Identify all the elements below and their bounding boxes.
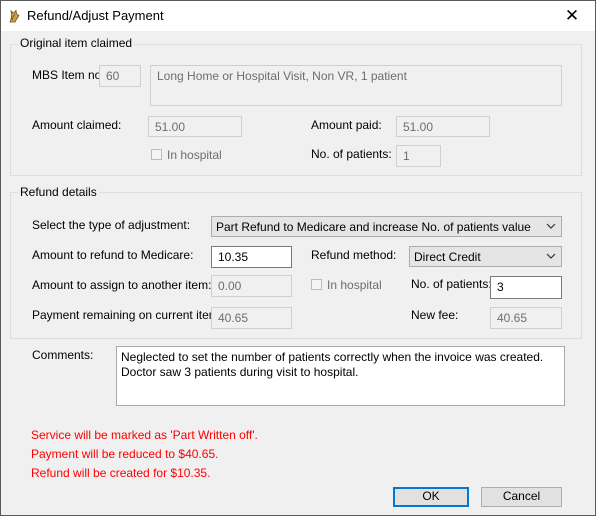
chevron-down-icon (546, 223, 556, 229)
adjustment-type-select[interactable]: Part Refund to Medicare and increase No.… (211, 216, 562, 237)
adjustment-type-label: Select the type of adjustment: (32, 218, 191, 232)
title-bar[interactable]: Refund/Adjust Payment ✕ (1, 1, 595, 31)
original-in-hospital-checkbox[interactable] (151, 149, 162, 160)
assign-amount-label: Amount to assign to another item: (32, 278, 212, 292)
comments-label: Comments: (32, 348, 94, 362)
new-fee-field[interactable]: 40.65 (490, 307, 562, 329)
item-description-field[interactable]: Long Home or Hospital Visit, Non VR, 1 p… (150, 65, 562, 106)
ok-button[interactable]: OK (393, 487, 469, 507)
amount-claimed-field[interactable]: 51.00 (148, 116, 242, 137)
refund-adjust-dialog: Refund/Adjust Payment ✕ Original item cl… (0, 0, 596, 516)
refund-method-value: Direct Credit (414, 250, 481, 264)
close-icon[interactable]: ✕ (549, 1, 595, 31)
status-message: Service will be marked as 'Part Written … (31, 428, 258, 442)
remaining-field[interactable]: 40.65 (211, 307, 292, 329)
cancel-button[interactable]: Cancel (481, 487, 562, 507)
mbs-item-label: MBS Item no: (32, 68, 105, 82)
refund-details-group-title: Refund details (18, 185, 99, 199)
refund-method-label: Refund method: (311, 248, 397, 262)
original-patients-field[interactable]: 1 (396, 145, 441, 167)
mbs-item-field[interactable]: 60 (99, 65, 141, 87)
refund-patients-input[interactable]: 3 (490, 276, 562, 299)
status-message: Payment will be reduced to $40.65. (31, 447, 219, 461)
refund-in-hospital-checkbox[interactable] (311, 279, 322, 290)
chevron-down-icon (546, 253, 556, 259)
new-fee-label: New fee: (411, 308, 459, 322)
app-logo-icon (9, 9, 20, 23)
refund-amount-label: Amount to refund to Medicare: (32, 248, 194, 262)
adjustment-type-value: Part Refund to Medicare and increase No.… (216, 220, 531, 234)
amount-claimed-label: Amount claimed: (32, 118, 122, 132)
window-title: Refund/Adjust Payment (27, 8, 164, 23)
original-in-hospital-label: In hospital (167, 148, 222, 162)
refund-patients-label: No. of patients: (411, 277, 492, 291)
original-item-group-title: Original item claimed (18, 36, 135, 50)
comments-textarea[interactable]: Neglected to set the number of patients … (116, 346, 565, 406)
refund-in-hospital-label: In hospital (327, 278, 382, 292)
remaining-label: Payment remaining on current item: (32, 308, 223, 322)
assign-amount-field[interactable]: 0.00 (211, 275, 292, 297)
original-patients-label: No. of patients: (311, 147, 392, 161)
amount-paid-field[interactable]: 51.00 (396, 116, 490, 137)
refund-amount-input[interactable]: 10.35 (211, 246, 292, 268)
amount-paid-label: Amount paid: (311, 118, 382, 132)
status-message: Refund will be created for $10.35. (31, 466, 211, 480)
original-item-group (10, 44, 582, 176)
refund-method-select[interactable]: Direct Credit (409, 246, 562, 267)
